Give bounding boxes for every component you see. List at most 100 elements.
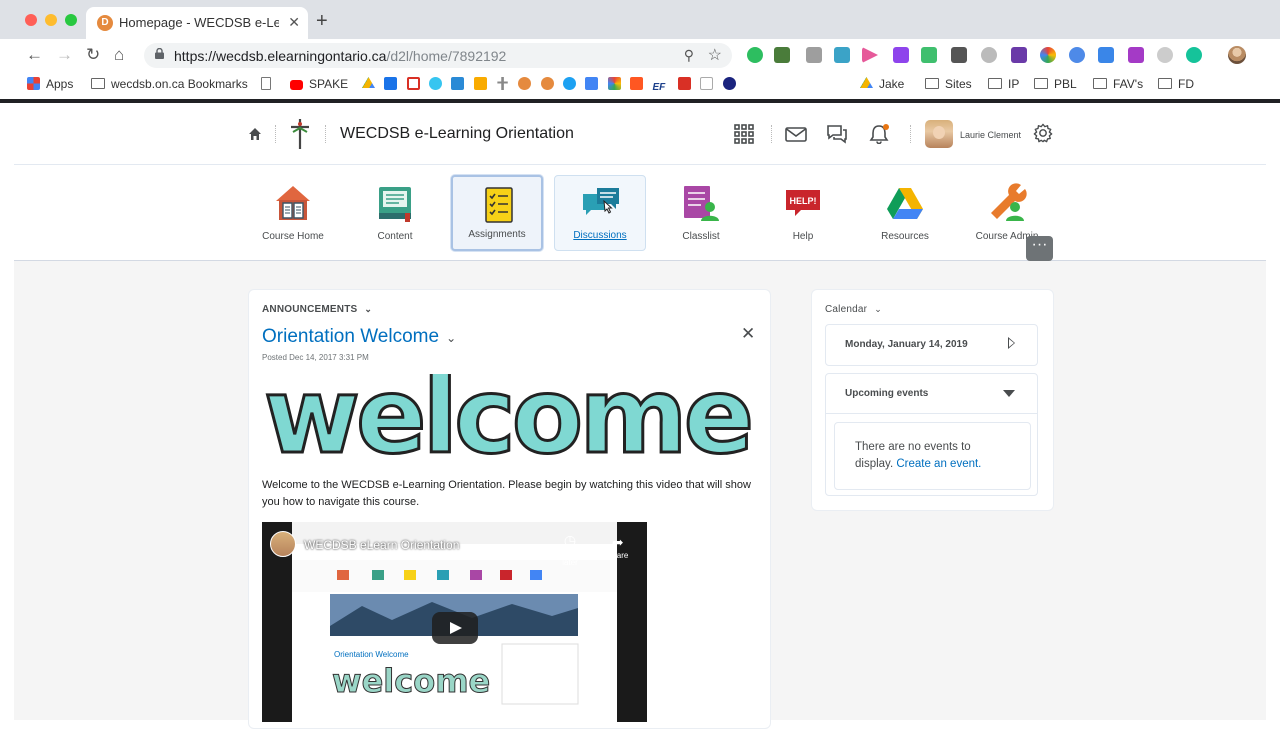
- d2l-icon-2[interactable]: [540, 77, 554, 90]
- ext-icon-8[interactable]: [951, 47, 967, 63]
- reload-icon[interactable]: ↻: [86, 45, 100, 65]
- forward-icon[interactable]: →: [56, 45, 73, 65]
- chevron-down-icon[interactable]: ⌄: [874, 304, 882, 315]
- watch-later-button[interactable]: ◷ Watch later: [557, 532, 583, 567]
- ext-icon-15[interactable]: [1157, 47, 1173, 63]
- tab-close-icon[interactable]: ✕: [288, 14, 300, 31]
- mail-icon[interactable]: [785, 124, 807, 144]
- home-button-icon[interactable]: ⌂: [114, 45, 124, 65]
- play-icon[interactable]: [432, 612, 478, 644]
- ext-icon-3[interactable]: [806, 47, 822, 63]
- slack-icon[interactable]: [429, 77, 443, 90]
- mail-icon[interactable]: [384, 77, 398, 90]
- youtube-icon: [290, 80, 303, 90]
- home-icon[interactable]: [248, 127, 262, 141]
- photos-icon[interactable]: [607, 77, 621, 90]
- ext-icon-9[interactable]: [981, 47, 997, 63]
- bookmark-fd[interactable]: FD: [1158, 77, 1194, 91]
- user-avatar[interactable]: [925, 120, 953, 148]
- grammarly-ext-icon[interactable]: [1186, 47, 1202, 63]
- address-bar[interactable]: https://wecdsb.elearningontario.ca/d2l/h…: [144, 43, 732, 68]
- divider: [910, 125, 911, 143]
- video-title[interactable]: WECDSB eLearn Orientation: [304, 538, 459, 552]
- calendar-header[interactable]: Calendar ⌄: [825, 304, 882, 315]
- chat-icon[interactable]: [826, 124, 848, 144]
- drive-icon[interactable]: [362, 77, 375, 89]
- chat-bubbles-icon: [583, 188, 619, 215]
- cross-logo-icon[interactable]: [497, 77, 508, 90]
- search-icon[interactable]: ⚲: [684, 47, 694, 64]
- channel-avatar[interactable]: [270, 531, 296, 557]
- bookmark-pbl[interactable]: PBL: [1034, 77, 1077, 91]
- folder-icon: [1158, 78, 1172, 89]
- classlist-icon: [684, 186, 719, 221]
- ext-icon-14[interactable]: [1128, 47, 1144, 63]
- nav-content[interactable]: Content: [349, 175, 441, 251]
- profile-avatar[interactable]: [1228, 46, 1246, 64]
- window-maximize-button[interactable]: [65, 14, 77, 26]
- upcoming-events-header[interactable]: Upcoming events: [826, 374, 1037, 414]
- pdf-ext-icon[interactable]: [1011, 47, 1027, 63]
- calendar-date-selector[interactable]: Monday, January 14, 2019: [825, 324, 1038, 366]
- course-logo-icon[interactable]: [287, 118, 313, 150]
- share-button[interactable]: ➦ Share: [607, 534, 628, 560]
- ext-bookmark-icon[interactable]: [451, 77, 465, 90]
- bookmark-star-icon[interactable]: ☆: [708, 45, 722, 65]
- twitter-icon[interactable]: [563, 77, 577, 90]
- nav-resources[interactable]: Resources: [859, 175, 951, 251]
- evernote-ext-icon[interactable]: [747, 47, 763, 63]
- video-player[interactable]: Orientation Welcome welcome WECDSB eLear…: [262, 522, 647, 722]
- nav-course-home[interactable]: Course Home: [247, 175, 339, 251]
- ext-icon-12[interactable]: [1069, 47, 1085, 63]
- user-name[interactable]: Laurie Clement: [960, 130, 1021, 140]
- ext-icon-13[interactable]: [1098, 47, 1114, 63]
- ext-red-icon[interactable]: [677, 77, 691, 90]
- ext-icon-5[interactable]: [862, 47, 878, 63]
- nav-assignments[interactable]: Assignments: [451, 175, 543, 251]
- bookmark-apps[interactable]: Apps: [27, 77, 73, 91]
- nav-help[interactable]: HELP! Help: [757, 175, 849, 251]
- window-minimize-button[interactable]: [45, 14, 57, 26]
- ef-icon[interactable]: EF: [652, 82, 669, 95]
- bookmark-ip[interactable]: IP: [988, 77, 1019, 91]
- ext-icon-4[interactable]: [834, 47, 850, 63]
- new-tab-icon[interactable]: +: [316, 10, 328, 33]
- close-icon[interactable]: ✕: [741, 324, 755, 344]
- next-day-icon[interactable]: [1008, 337, 1015, 349]
- bookmark-wecdsb[interactable]: wecdsb.on.ca Bookmarks: [91, 77, 248, 91]
- browser-tab-active[interactable]: D Homepage - WECDSB e-Learni ✕: [86, 7, 308, 39]
- bookmark-sites[interactable]: Sites: [925, 77, 972, 91]
- more-options-button[interactable]: ···: [1026, 236, 1053, 261]
- back-icon[interactable]: ←: [26, 45, 43, 65]
- chevron-down-icon[interactable]: ⌄: [446, 331, 456, 345]
- blogger-icon[interactable]: [630, 77, 644, 90]
- gear-icon[interactable]: [1032, 123, 1054, 143]
- nav-discussions[interactable]: Discussions: [554, 175, 646, 251]
- classroom-icon[interactable]: [473, 77, 487, 90]
- chevron-down-icon[interactable]: ⌄: [364, 304, 372, 315]
- course-navbar: Course Home Content Assignments Discussi…: [14, 165, 1266, 261]
- bell-icon[interactable]: [868, 124, 890, 144]
- bookmark-favs[interactable]: FAV's: [1093, 77, 1143, 91]
- bookmark-spake[interactable]: SPAKE: [290, 77, 348, 91]
- d2l-icon[interactable]: [518, 77, 532, 90]
- ext-icon-2[interactable]: [774, 47, 790, 63]
- ext-icon-6[interactable]: [893, 47, 909, 63]
- ext-doc-icon[interactable]: [700, 77, 714, 90]
- window-close-button[interactable]: [25, 14, 37, 26]
- announcement-title[interactable]: Orientation Welcome ⌄: [262, 326, 456, 348]
- create-event-link[interactable]: Create an event.: [896, 458, 981, 470]
- ext-icon-7[interactable]: [921, 47, 937, 63]
- caret-down-icon[interactable]: [1003, 390, 1015, 397]
- svg-text:Orientation Welcome: Orientation Welcome: [334, 650, 409, 659]
- ext-circle-icon[interactable]: [722, 77, 736, 90]
- ext-icon-11[interactable]: [1040, 47, 1056, 63]
- waffle-icon[interactable]: [733, 124, 755, 144]
- bookmark-document[interactable]: [261, 77, 277, 91]
- announcements-header[interactable]: ANNOUNCEMENTS ⌄: [262, 304, 372, 315]
- calendar-icon[interactable]: [585, 77, 599, 90]
- bookmark-jake[interactable]: Jake: [860, 77, 904, 91]
- nav-classlist[interactable]: Classlist: [655, 175, 747, 251]
- course-title[interactable]: WECDSB e-Learning Orientation: [340, 125, 574, 143]
- gmail-icon[interactable]: [406, 77, 420, 90]
